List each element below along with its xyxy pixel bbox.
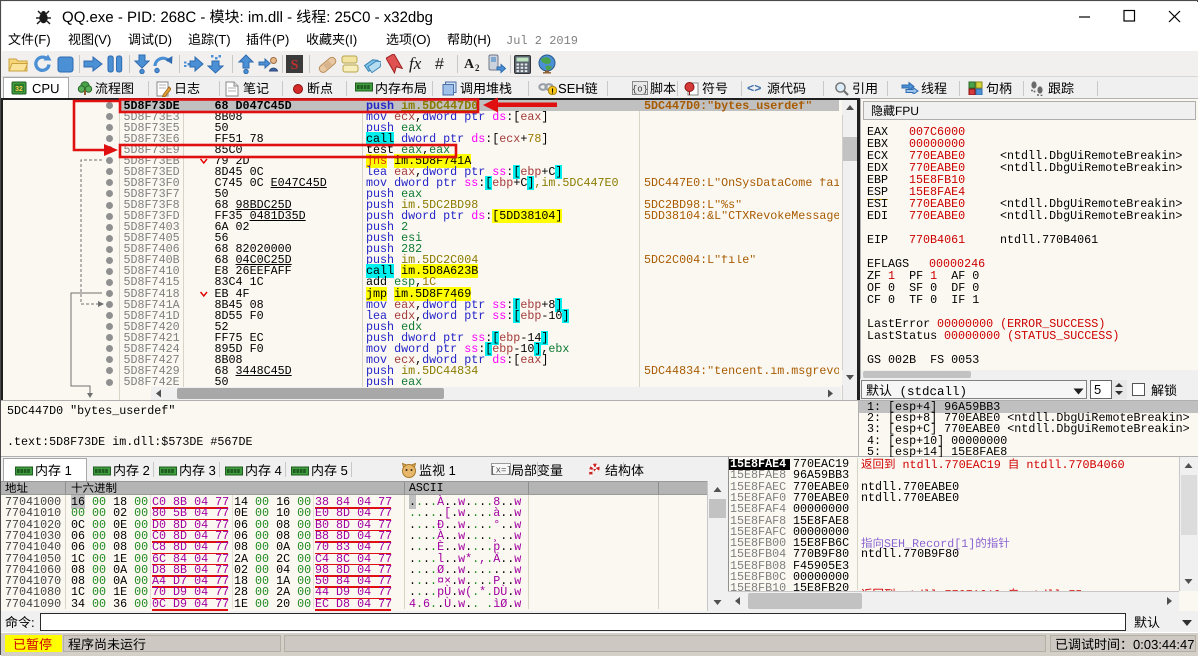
svg-text:{o}: {o} [632, 85, 648, 95]
svg-text:<>: <> [747, 82, 761, 94]
svg-text:[x=]: [x=] [491, 466, 511, 476]
